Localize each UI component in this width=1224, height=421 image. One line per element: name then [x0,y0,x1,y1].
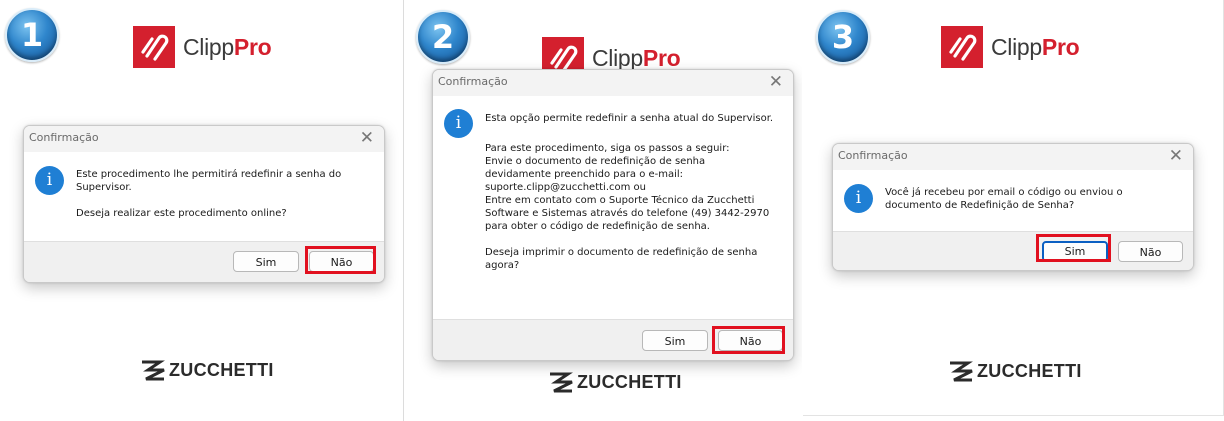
dialog-title: Confirmação [838,149,908,162]
clipppro-logo-icon [133,26,175,68]
yes-button[interactable]: Sim [233,251,299,272]
dialog-message-text: Este procedimento lhe permitirá redefini… [76,169,342,219]
dialog-title: Confirmação [438,75,508,88]
dialog-message: Você já recebeu por email o código ou en… [885,186,1185,212]
zucchetti-logo-icon [142,360,165,381]
zucchetti-logo: ZUCCHETTI [140,357,274,383]
step-panel-3: 3 ClippPro Confirmação ✕ i Você já receb… [803,0,1224,416]
logo-text-bold: Pro [233,33,272,60]
dialog-body: i Esta opção permite redefinir a senha a… [433,96,793,318]
step-number-badge: 1 [5,8,59,62]
clipppro-logo: ClippPro [941,25,1080,69]
clipppro-logo-icon [941,26,983,68]
dialog-message-text: Para este procedimento, siga os passos a… [485,143,770,271]
zucchetti-logo-text: ZUCCHETTI [169,359,274,380]
dialog-message-intro: Esta opção permite redefinir a senha atu… [485,113,774,124]
close-icon[interactable]: ✕ [1169,146,1183,166]
highlight-box [305,246,376,274]
dialog-titlebar: Confirmação ✕ [433,70,793,96]
step-panel-2: 2 ClippPro Confirmação ✕ i Esta opção pe… [404,0,802,421]
dialog-titlebar: Confirmação ✕ [24,126,384,152]
yes-button[interactable]: Sim [642,330,708,351]
zucchetti-logo-icon [950,361,973,382]
zucchetti-logo: ZUCCHETTI [548,369,682,395]
dialog-message: Esta opção permite redefinir a senha atu… [485,112,790,272]
logo-text-light: Clipp [991,33,1042,60]
highlight-box [712,326,785,354]
confirmation-dialog: Confirmação ✕ i Você já recebeu por emai… [832,143,1194,271]
logo-text-light: Clipp [183,33,234,60]
close-icon[interactable]: ✕ [360,128,374,148]
close-icon[interactable]: ✕ [769,72,783,92]
dialog-message-text: Você já recebeu por email o código ou en… [885,187,1123,211]
zucchetti-logo-icon [550,372,573,393]
dialog-titlebar: Confirmação ✕ [833,144,1193,170]
zucchetti-logo-text: ZUCCHETTI [577,371,682,392]
clipppro-logo: ClippPro [133,25,272,69]
zucchetti-logo: ZUCCHETTI [948,358,1082,384]
step-number-badge: 3 [816,10,870,64]
zucchetti-logo-text: ZUCCHETTI [977,360,1082,381]
no-button[interactable]: Não [1118,241,1183,262]
confirmation-dialog: Confirmação ✕ i Esta opção permite redef… [432,69,794,361]
info-icon: i [844,184,873,213]
dialog-message: Este procedimento lhe permitirá redefini… [76,168,376,220]
dialog-body: i Você já recebeu por email o código ou … [833,170,1193,230]
highlight-box [1036,234,1111,262]
logo-text-bold: Pro [642,44,681,71]
step-number-badge: 2 [416,10,470,64]
info-icon: i [444,109,473,138]
step-panel-1: 1 ClippPro Confirmação ✕ i Este procedim… [0,0,403,421]
dialog-title: Confirmação [29,131,99,144]
dialog-body: i Este procedimento lhe permitirá redefi… [24,152,384,240]
logo-text-light: Clipp [592,44,643,71]
dialog-footer: Sim Não [833,231,1193,270]
logo-text-bold: Pro [1041,33,1080,60]
info-icon: i [35,166,64,195]
